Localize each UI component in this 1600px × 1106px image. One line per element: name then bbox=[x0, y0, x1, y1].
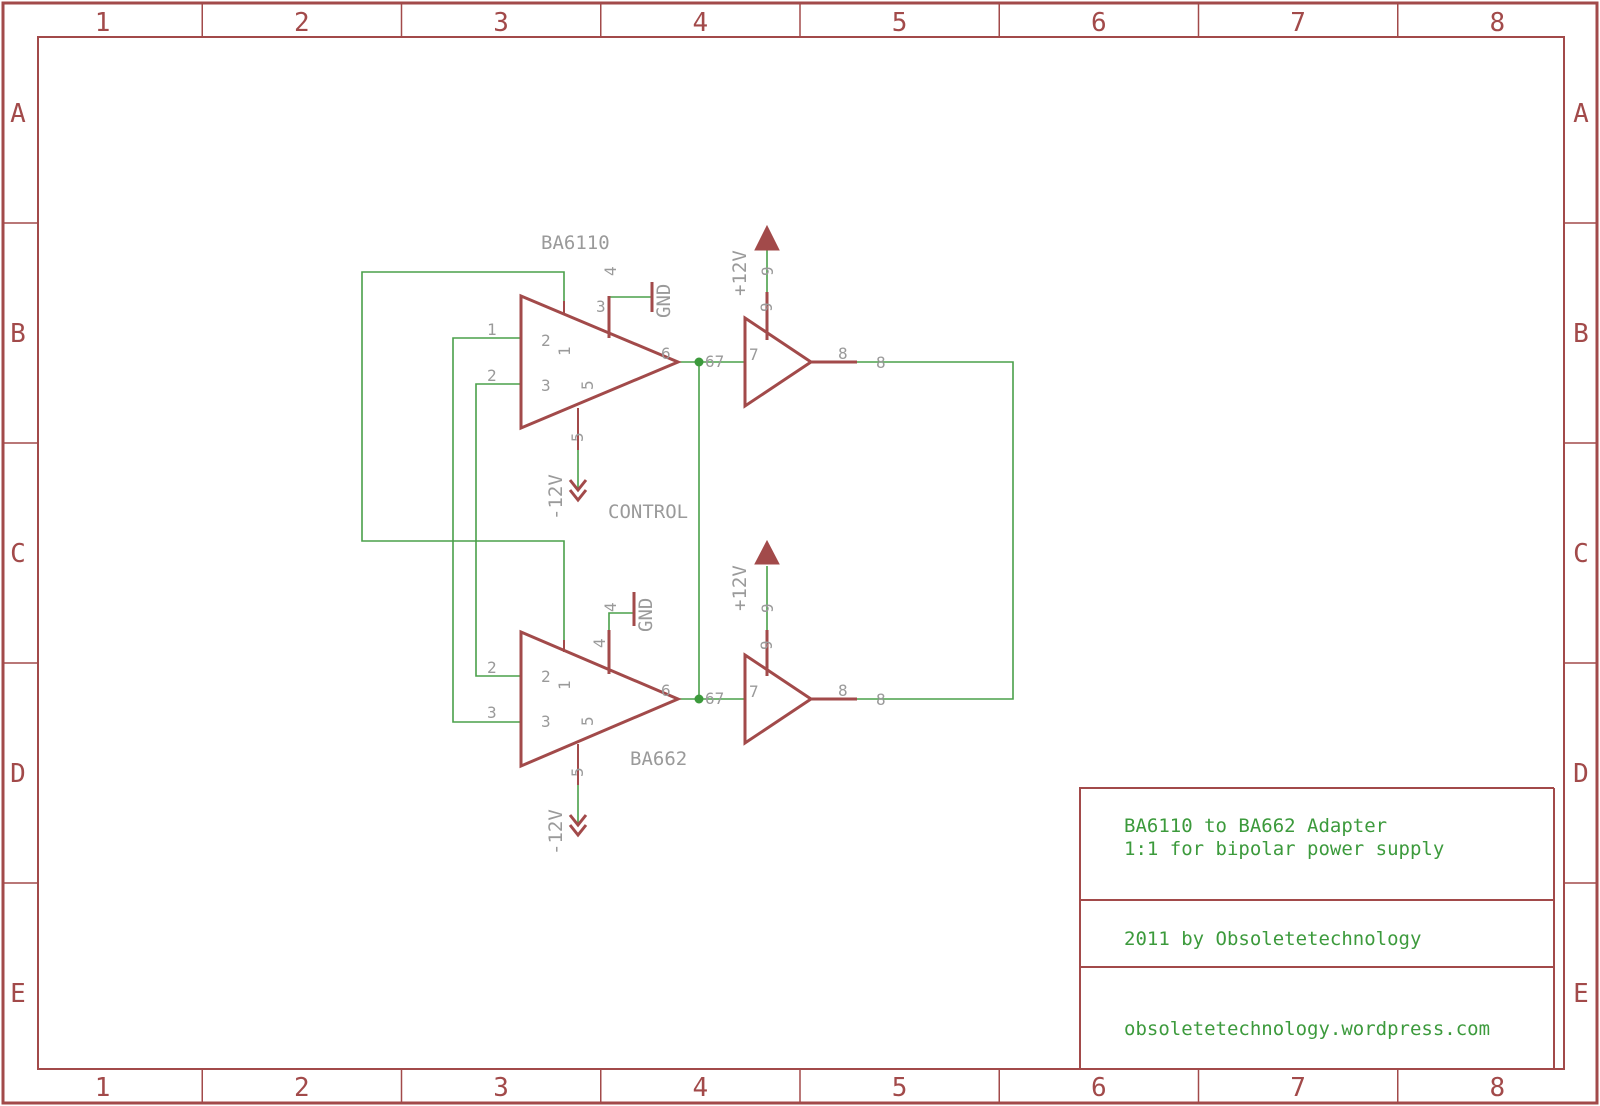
pin-label: 8 bbox=[876, 690, 886, 709]
title-line-2: 1:1 for bipolar power supply bbox=[1124, 838, 1444, 860]
grid-column-label: 1 bbox=[95, 8, 111, 38]
grid-column-label: 3 bbox=[493, 1073, 509, 1103]
pin-label: 4 bbox=[601, 266, 620, 276]
grid-column-label: 8 bbox=[1490, 1073, 1506, 1103]
pin-label: 5 bbox=[568, 432, 587, 442]
grid-column-label: 5 bbox=[892, 8, 908, 38]
gnd-label: GND bbox=[635, 598, 657, 632]
grid-column-label: 5 bbox=[892, 1073, 908, 1103]
buffer-upper: 67 7 9 9 8 8 +12V bbox=[705, 224, 886, 409]
pin-label: 8 bbox=[838, 344, 848, 363]
schematic-sheet: 1122334455667788A AB BC CD DE E BA6110 1… bbox=[1, 1, 1599, 1105]
wire-buffer-outputs bbox=[857, 361, 1014, 700]
part-label-ba6110: BA6110 bbox=[541, 232, 610, 254]
pin-label: 2 bbox=[541, 667, 551, 686]
grid-column-label: 2 bbox=[294, 8, 310, 38]
pin-label: 2 bbox=[487, 658, 497, 677]
pin-label: 6 bbox=[661, 681, 671, 700]
title-url: obsoletetechnology.wordpress.com bbox=[1124, 1018, 1490, 1040]
pin-label: 6 bbox=[661, 344, 671, 363]
title-author: 2011 by Obsoletetechnology bbox=[1124, 928, 1421, 950]
vca-ba662: BA662 2 3 2 3 4 4 1 5 5 6 GND -12V bbox=[487, 592, 687, 855]
grid-column-label: 4 bbox=[693, 1073, 709, 1103]
pin-label: 9 bbox=[758, 266, 777, 276]
pin-label: 8 bbox=[838, 681, 848, 700]
grid-row-label: E bbox=[10, 979, 26, 1009]
pin-label: 9 bbox=[758, 603, 777, 613]
pin-label: 1 bbox=[555, 680, 574, 690]
pin-label: 2 bbox=[487, 366, 497, 385]
pin-label: 5 bbox=[578, 716, 597, 726]
pin-label: 67 bbox=[705, 689, 724, 708]
wire-control bbox=[361, 271, 565, 645]
buffer-lower: 67 7 9 9 8 8 +12V bbox=[705, 539, 886, 746]
pin-label: 9 bbox=[757, 302, 776, 312]
grid-row-label: A bbox=[10, 99, 26, 129]
pin-label: 5 bbox=[568, 767, 587, 777]
pin-label: 4 bbox=[601, 602, 620, 612]
grid-row-label: C bbox=[10, 539, 26, 569]
wire-gnd-upper bbox=[608, 296, 652, 315]
wires bbox=[361, 250, 1014, 825]
pin-label: 8 bbox=[876, 353, 886, 372]
grid-column-label: 1 bbox=[95, 1073, 111, 1103]
junction-upper bbox=[694, 357, 704, 367]
pin-label: 3 bbox=[541, 376, 551, 395]
grid-row-label: C bbox=[1573, 539, 1589, 569]
title-block: BA6110 to BA662 Adapter 1:1 for bipolar … bbox=[1079, 787, 1555, 1069]
grid-column-label: 2 bbox=[294, 1073, 310, 1103]
part-label-ba662: BA662 bbox=[630, 748, 687, 770]
grid-column-label: 6 bbox=[1091, 8, 1107, 38]
grid-row-label: B bbox=[1573, 319, 1589, 349]
supply-label-pos: +12V bbox=[729, 565, 751, 611]
supply-label-neg: -12V bbox=[545, 809, 567, 855]
pin-label: 1 bbox=[555, 346, 574, 356]
grid-row-label: D bbox=[1573, 759, 1589, 789]
control-label: CONTROL bbox=[608, 501, 688, 523]
pin-label: 3 bbox=[487, 703, 497, 722]
pin-label: 5 bbox=[578, 380, 597, 390]
pin-label: 3 bbox=[596, 297, 606, 316]
wire-input-b bbox=[475, 383, 521, 677]
supply-label-pos: +12V bbox=[729, 250, 751, 296]
pin-label: 9 bbox=[757, 640, 776, 650]
pin-label: 2 bbox=[541, 331, 551, 350]
pin-label: 4 bbox=[590, 638, 609, 648]
grid-column-label: 7 bbox=[1290, 8, 1306, 38]
pos-supply-arrow bbox=[754, 224, 780, 251]
supply-label-neg: -12V bbox=[545, 474, 567, 520]
gnd-label: GND bbox=[653, 284, 675, 318]
vca-ba6110: BA6110 1 2 2 3 3 4 1 5 5 6 GND -12V CONT… bbox=[487, 232, 688, 523]
pin-label: 7 bbox=[749, 682, 759, 701]
grid-column-label: 8 bbox=[1490, 8, 1506, 38]
grid-row-label: B bbox=[10, 319, 26, 349]
grid-column-label: 6 bbox=[1091, 1073, 1107, 1103]
pin-label: 7 bbox=[749, 345, 759, 364]
grid-column-label: 7 bbox=[1290, 1073, 1306, 1103]
pin-label: 3 bbox=[541, 712, 551, 731]
junction-lower bbox=[694, 694, 704, 704]
inner-frame bbox=[37, 36, 1565, 1070]
grid-column-label: 4 bbox=[693, 8, 709, 38]
grid-column-label: 3 bbox=[493, 8, 509, 38]
pin-label: 1 bbox=[487, 320, 497, 339]
title-line-1: BA6110 to BA662 Adapter bbox=[1124, 815, 1387, 837]
pos-supply-arrow bbox=[754, 539, 780, 565]
grid-row-label: A bbox=[1573, 99, 1589, 129]
vca-ba662-symbol bbox=[519, 629, 682, 769]
pin-label: 67 bbox=[705, 352, 724, 371]
wire-gnd-lower bbox=[608, 612, 634, 640]
grid-row-label: D bbox=[10, 759, 26, 789]
grid-row-label: E bbox=[1573, 979, 1589, 1009]
